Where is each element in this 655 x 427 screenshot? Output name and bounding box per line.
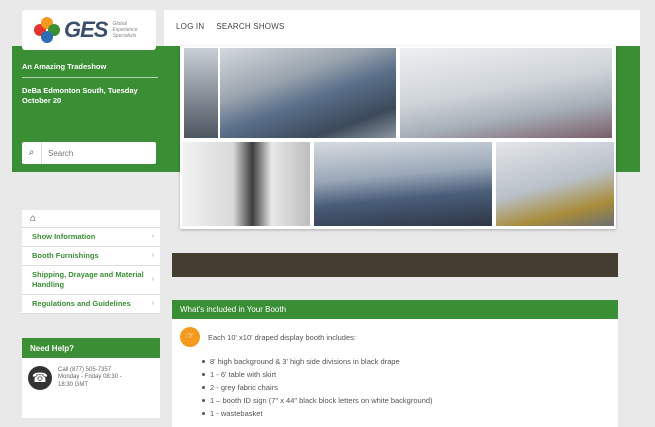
brand-name: GES [64, 17, 108, 42]
dark-banner [172, 253, 618, 277]
help-contact: Call (877) 505-7357 Monday - Friday 08:3… [58, 367, 122, 390]
booth-items-list: 8' high background & 3' high side divisi… [172, 355, 618, 420]
sidebar-item-shipping[interactable]: Shipping, Drayage and Material Handling … [22, 266, 160, 295]
top-nav: LOG IN SEARCH SHOWS [176, 22, 285, 31]
sidebar-item-show-information[interactable]: Show Information › [22, 228, 160, 247]
list-item: 8' high background & 3' high side divisi… [202, 355, 618, 368]
list-item: 2 - grey fabric chairs [202, 381, 618, 394]
event-title: An Amazing Tradeshow [22, 62, 158, 78]
brand-logo[interactable]: GES Global Experience Specialists [22, 10, 156, 50]
chevron-right-icon: › [151, 252, 154, 259]
tradeshow-photo [400, 48, 612, 138]
hand-pointer-icon: ☞ [180, 327, 200, 347]
event-info: An Amazing Tradeshow DeBa Edmonton South… [22, 62, 158, 106]
chevron-right-icon: › [151, 300, 154, 307]
tradeshow-photo [184, 48, 218, 138]
search-input[interactable] [42, 148, 152, 158]
booth-lead: Each 10' x10' draped display booth inclu… [208, 332, 356, 342]
chevron-right-icon: › [151, 276, 154, 283]
login-link[interactable]: LOG IN [176, 22, 204, 31]
sidebar-item-label: Shipping, Drayage and Material Handling [32, 270, 144, 289]
sidebar-item-label: Show Information [32, 232, 96, 241]
brand-tagline: Global Experience Specialists [112, 21, 138, 39]
chevron-right-icon: › [151, 233, 154, 240]
list-item: 1 - wastebasket [202, 407, 618, 420]
photo-gallery [180, 46, 616, 229]
sidebar-item-label: Regulations and Guidelines [32, 299, 131, 308]
search-shows-link[interactable]: SEARCH SHOWS [216, 22, 284, 31]
help-hours-end: 18:30 GMT [58, 381, 89, 388]
side-nav: ⌂ Show Information › Booth Furnishings ›… [22, 210, 160, 314]
help-panel: Need Help? ☎ Call (877) 505-7357 Monday … [22, 338, 160, 418]
list-item: 1 - 6' table with skirt [202, 368, 618, 381]
help-title: Need Help? [22, 338, 160, 358]
search-box: ⌕ [22, 142, 156, 164]
sidebar-item-booth-furnishings[interactable]: Booth Furnishings › [22, 247, 160, 266]
tradeshow-photo [220, 48, 396, 138]
tradeshow-photo [496, 142, 614, 226]
event-venue-date: DeBa Edmonton South, Tuesday October 20 [22, 86, 138, 105]
tradeshow-photo [314, 142, 492, 226]
phone-icon: ☎ [28, 366, 52, 390]
help-hours: Monday - Friday 08:30 - [58, 374, 122, 381]
sidebar-item-label: Booth Furnishings [32, 251, 99, 260]
ges-flower-icon [34, 17, 60, 43]
search-icon[interactable]: ⌕ [22, 142, 42, 164]
home-icon[interactable]: ⌂ [22, 210, 160, 228]
sidebar-item-regulations[interactable]: Regulations and Guidelines › [22, 295, 160, 314]
booth-panel: What's included in Your Booth ☞ Each 10'… [172, 300, 618, 427]
list-item: 1 – booth ID sign (7" x 44" black block … [202, 394, 618, 407]
booth-title: What's included in Your Booth [172, 300, 618, 319]
tradeshow-photo [182, 142, 310, 226]
help-phone-number[interactable]: Call (877) 505-7357 [58, 367, 122, 375]
